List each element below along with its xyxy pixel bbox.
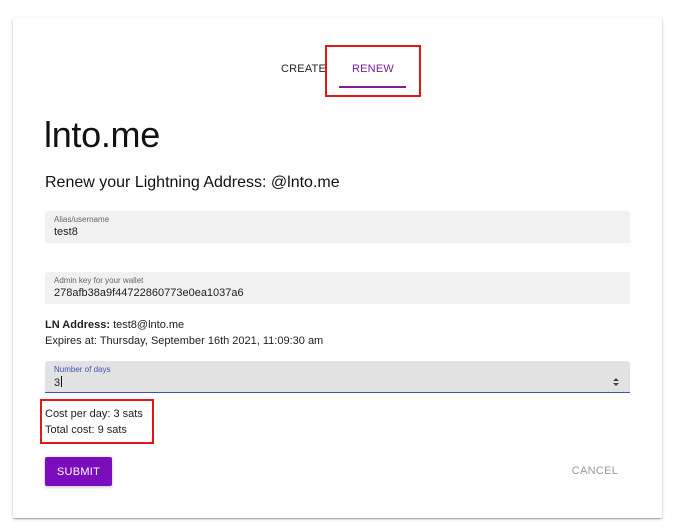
number-of-days-value: 3 xyxy=(54,377,61,389)
number-of-days-field[interactable]: Number of days 3 xyxy=(45,361,630,393)
text-caret xyxy=(61,376,63,387)
page-subtitle: Renew your Lightning Address: @lnto.me xyxy=(45,174,340,191)
ln-address-value: test8@lnto.me xyxy=(113,319,185,331)
ln-address-line: LN Address: test8@lnto.me xyxy=(45,319,184,331)
number-spinner-icon[interactable] xyxy=(612,376,620,388)
admin-key-field[interactable]: Admin key for your wallet 278afb38a9f447… xyxy=(45,272,630,304)
submit-button[interactable]: SUBMIT xyxy=(45,457,112,486)
number-of-days-label: Number of days xyxy=(54,365,111,374)
tab-create[interactable]: CREATE xyxy=(281,63,326,75)
admin-key-field-value[interactable]: 278afb38a9f44722860773e0ea1037a6 xyxy=(54,287,244,299)
app-title: lnto.me xyxy=(44,114,160,155)
expires-at-text: Expires at: Thursday, September 16th 202… xyxy=(45,335,324,347)
ln-address-label: LN Address: xyxy=(45,319,110,331)
alias-field-label: Alias/username xyxy=(54,215,110,224)
cancel-button[interactable]: CANCEL xyxy=(564,460,626,482)
alias-field[interactable]: Alias/username test8 xyxy=(45,211,630,243)
highlight-box-cost xyxy=(40,399,154,444)
admin-key-field-label: Admin key for your wallet xyxy=(54,276,144,285)
highlight-box-renew-tab xyxy=(325,45,421,97)
alias-field-value[interactable]: test8 xyxy=(54,226,78,238)
number-of-days-input[interactable]: 3 xyxy=(54,376,63,389)
